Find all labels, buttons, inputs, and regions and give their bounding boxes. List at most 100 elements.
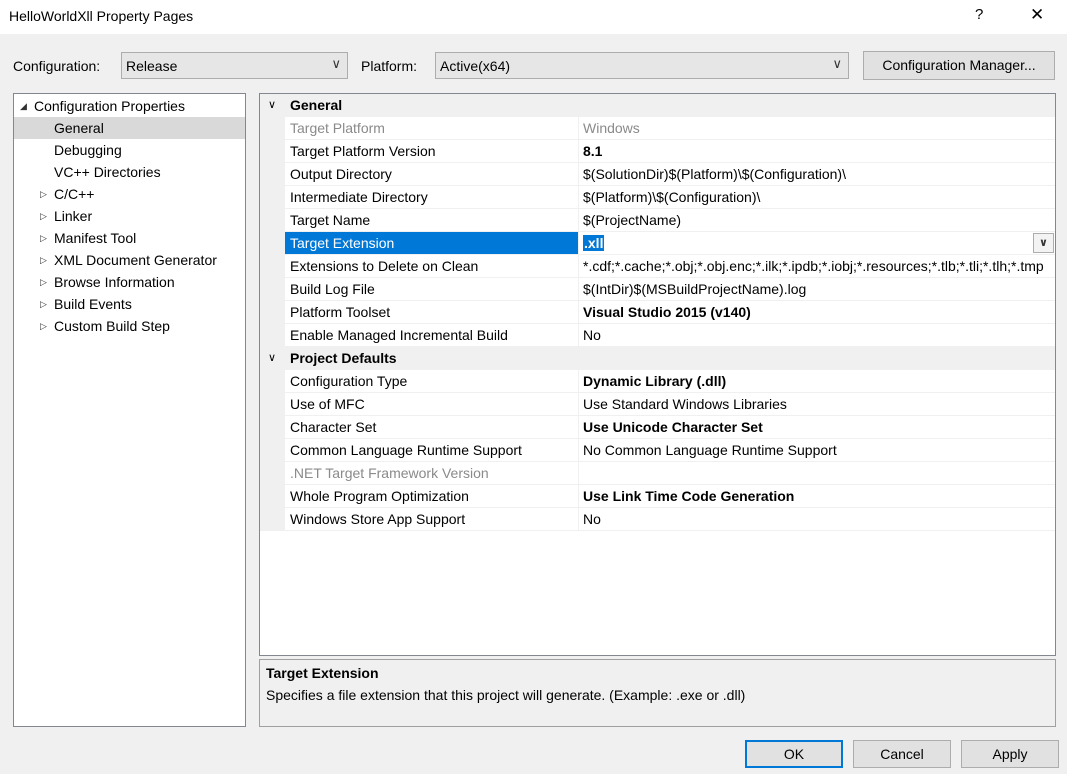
property-name[interactable]: Build Log File [285, 278, 579, 301]
platform-dropdown[interactable]: Active(x64) ∨ [435, 52, 849, 79]
tree-item[interactable]: ▷ Linker [14, 205, 245, 227]
tree-item[interactable]: Debugging [14, 139, 245, 161]
property-value[interactable]: *.cdf;*.cache;*.obj;*.obj.enc;*.ilk;*.ip… [579, 255, 1055, 278]
tree-item[interactable]: General [14, 117, 245, 139]
property-row[interactable]: Target Platform Version 8.1 [260, 140, 1055, 163]
configuration-dropdown[interactable]: Release ∨ [121, 52, 348, 79]
tree-root-configuration-properties[interactable]: ◢ Configuration Properties [20, 95, 185, 117]
property-row[interactable]: Windows Store App Support No [260, 508, 1055, 531]
row-gutter [260, 416, 285, 439]
tree-item[interactable]: ▷ Build Events [14, 293, 245, 315]
property-name[interactable]: Enable Managed Incremental Build [285, 324, 579, 347]
property-value[interactable]: No [579, 324, 1055, 347]
tree-item[interactable]: ▷ Browse Information [14, 271, 245, 293]
close-icon[interactable]: ✕ [1030, 5, 1044, 25]
category-chevron-icon[interactable]: ∨ [268, 94, 276, 117]
configuration-label: Configuration: [13, 58, 101, 74]
property-row[interactable]: Platform Toolset Visual Studio 2015 (v140… [260, 301, 1055, 324]
ok-button[interactable]: OK [745, 740, 843, 768]
description-text: Specifies a file extension that this pro… [266, 687, 746, 703]
apply-button[interactable]: Apply [961, 740, 1059, 768]
property-value[interactable]: $(SolutionDir)$(Platform)\$(Configuratio… [579, 163, 1055, 186]
property-row[interactable]: Enable Managed Incremental Build No [260, 324, 1055, 347]
property-row[interactable]: Whole Program Optimization Use Link Time … [260, 485, 1055, 508]
description-panel: Target Extension Specifies a file extens… [259, 659, 1056, 727]
property-value[interactable]: .xll ∨ [579, 232, 1055, 255]
property-name[interactable]: Extensions to Delete on Clean [285, 255, 579, 278]
tree-item[interactable]: ▷ C/C++ [14, 183, 245, 205]
category-header[interactable]: ∨ Project Defaults [260, 347, 1055, 370]
property-value-text: No [583, 511, 601, 527]
property-row[interactable]: Extensions to Delete on Clean *.cdf;*.cac… [260, 255, 1055, 278]
row-gutter [260, 255, 285, 278]
collapsed-triangle-icon[interactable]: ▷ [40, 205, 54, 227]
configuration-manager-button[interactable]: Configuration Manager... [863, 51, 1055, 80]
property-value-text: 8.1 [583, 143, 603, 159]
tree-item[interactable]: ▷ Manifest Tool [14, 227, 245, 249]
property-name[interactable]: .NET Target Framework Version [285, 462, 579, 485]
property-row[interactable]: Target Extension .xll ∨ [260, 232, 1055, 255]
property-name[interactable]: Character Set [285, 416, 579, 439]
property-value[interactable]: $(ProjectName) [579, 209, 1055, 232]
property-value-text: Use Link Time Code Generation [583, 488, 795, 504]
property-value-text: $(Platform)\$(Configuration)\ [583, 189, 761, 205]
property-grid[interactable]: ∨ General Target Platform Windows Target Pla… [259, 93, 1056, 656]
property-name[interactable]: Configuration Type [285, 370, 579, 393]
category-header[interactable]: ∨ General [260, 94, 1055, 117]
property-value[interactable] [579, 462, 1055, 485]
cancel-button[interactable]: Cancel [853, 740, 951, 768]
property-name[interactable]: Platform Toolset [285, 301, 579, 324]
property-row[interactable]: Target Platform Windows [260, 117, 1055, 140]
property-value[interactable]: Visual Studio 2015 (v140) [579, 301, 1055, 324]
property-value[interactable]: Dynamic Library (.dll) [579, 370, 1055, 393]
property-tree[interactable]: ◢ Configuration Properties General Debuggi… [13, 93, 246, 727]
property-name[interactable]: Intermediate Directory [285, 186, 579, 209]
property-name[interactable]: Whole Program Optimization [285, 485, 579, 508]
property-row[interactable]: Intermediate Directory $(Platform)\$(Conf… [260, 186, 1055, 209]
property-name[interactable]: Target Name [285, 209, 579, 232]
help-icon[interactable]: ? [975, 6, 983, 23]
property-row[interactable]: Target Name $(ProjectName) [260, 209, 1055, 232]
property-value[interactable]: Windows [579, 117, 1055, 140]
property-row[interactable]: .NET Target Framework Version [260, 462, 1055, 485]
property-name[interactable]: Use of MFC [285, 393, 579, 416]
property-value[interactable]: 8.1 [579, 140, 1055, 163]
property-name[interactable]: Windows Store App Support [285, 508, 579, 531]
platform-label: Platform: [361, 58, 418, 74]
property-name[interactable]: Target Extension [285, 232, 579, 255]
property-row[interactable]: Common Language Runtime Support No Common… [260, 439, 1055, 462]
property-value[interactable]: Use Unicode Character Set [579, 416, 1055, 439]
collapsed-triangle-icon[interactable]: ▷ [40, 271, 54, 293]
category-chevron-icon[interactable]: ∨ [268, 347, 276, 370]
property-row[interactable]: Output Directory $(SolutionDir)$(Platform… [260, 163, 1055, 186]
property-value[interactable]: No Common Language Runtime Support [579, 439, 1055, 462]
property-row[interactable]: Configuration Type Dynamic Library (.dll) [260, 370, 1055, 393]
property-name[interactable]: Output Directory [285, 163, 579, 186]
property-row[interactable]: Build Log File $(IntDir)$(MSBuildProjectN… [260, 278, 1055, 301]
property-value[interactable]: Use Standard Windows Libraries [579, 393, 1055, 416]
property-value[interactable]: $(IntDir)$(MSBuildProjectName).log [579, 278, 1055, 301]
property-name[interactable]: Common Language Runtime Support [285, 439, 579, 462]
collapsed-triangle-icon[interactable]: ▷ [40, 227, 54, 249]
row-gutter [260, 462, 285, 485]
collapsed-triangle-icon[interactable]: ▷ [40, 293, 54, 315]
property-row[interactable]: Use of MFC Use Standard Windows Libraries [260, 393, 1055, 416]
tree-item[interactable]: ▷ Custom Build Step [14, 315, 245, 337]
title-bar: HelloWorldXll Property Pages ? ✕ [0, 0, 1067, 34]
tree-item[interactable]: ▷ XML Document Generator [14, 249, 245, 271]
property-row[interactable]: Character Set Use Unicode Character Set [260, 416, 1055, 439]
tree-item-label: VC++ Directories [54, 164, 161, 180]
property-value-text: *.cdf;*.cache;*.obj;*.obj.enc;*.ilk;*.ip… [583, 258, 1044, 274]
tree-item[interactable]: VC++ Directories [14, 161, 245, 183]
collapsed-triangle-icon[interactable]: ▷ [40, 315, 54, 337]
property-value[interactable]: No [579, 508, 1055, 531]
collapsed-triangle-icon[interactable]: ▷ [40, 249, 54, 271]
collapsed-triangle-icon[interactable]: ▷ [40, 183, 54, 205]
property-value[interactable]: Use Link Time Code Generation [579, 485, 1055, 508]
expanded-triangle-icon[interactable]: ◢ [20, 95, 34, 117]
property-value[interactable]: $(Platform)\$(Configuration)\ [579, 186, 1055, 209]
property-name[interactable]: Target Platform [285, 117, 579, 140]
value-dropdown-icon[interactable]: ∨ [1033, 233, 1054, 253]
property-name[interactable]: Target Platform Version [285, 140, 579, 163]
category-title: Project Defaults [290, 350, 397, 366]
